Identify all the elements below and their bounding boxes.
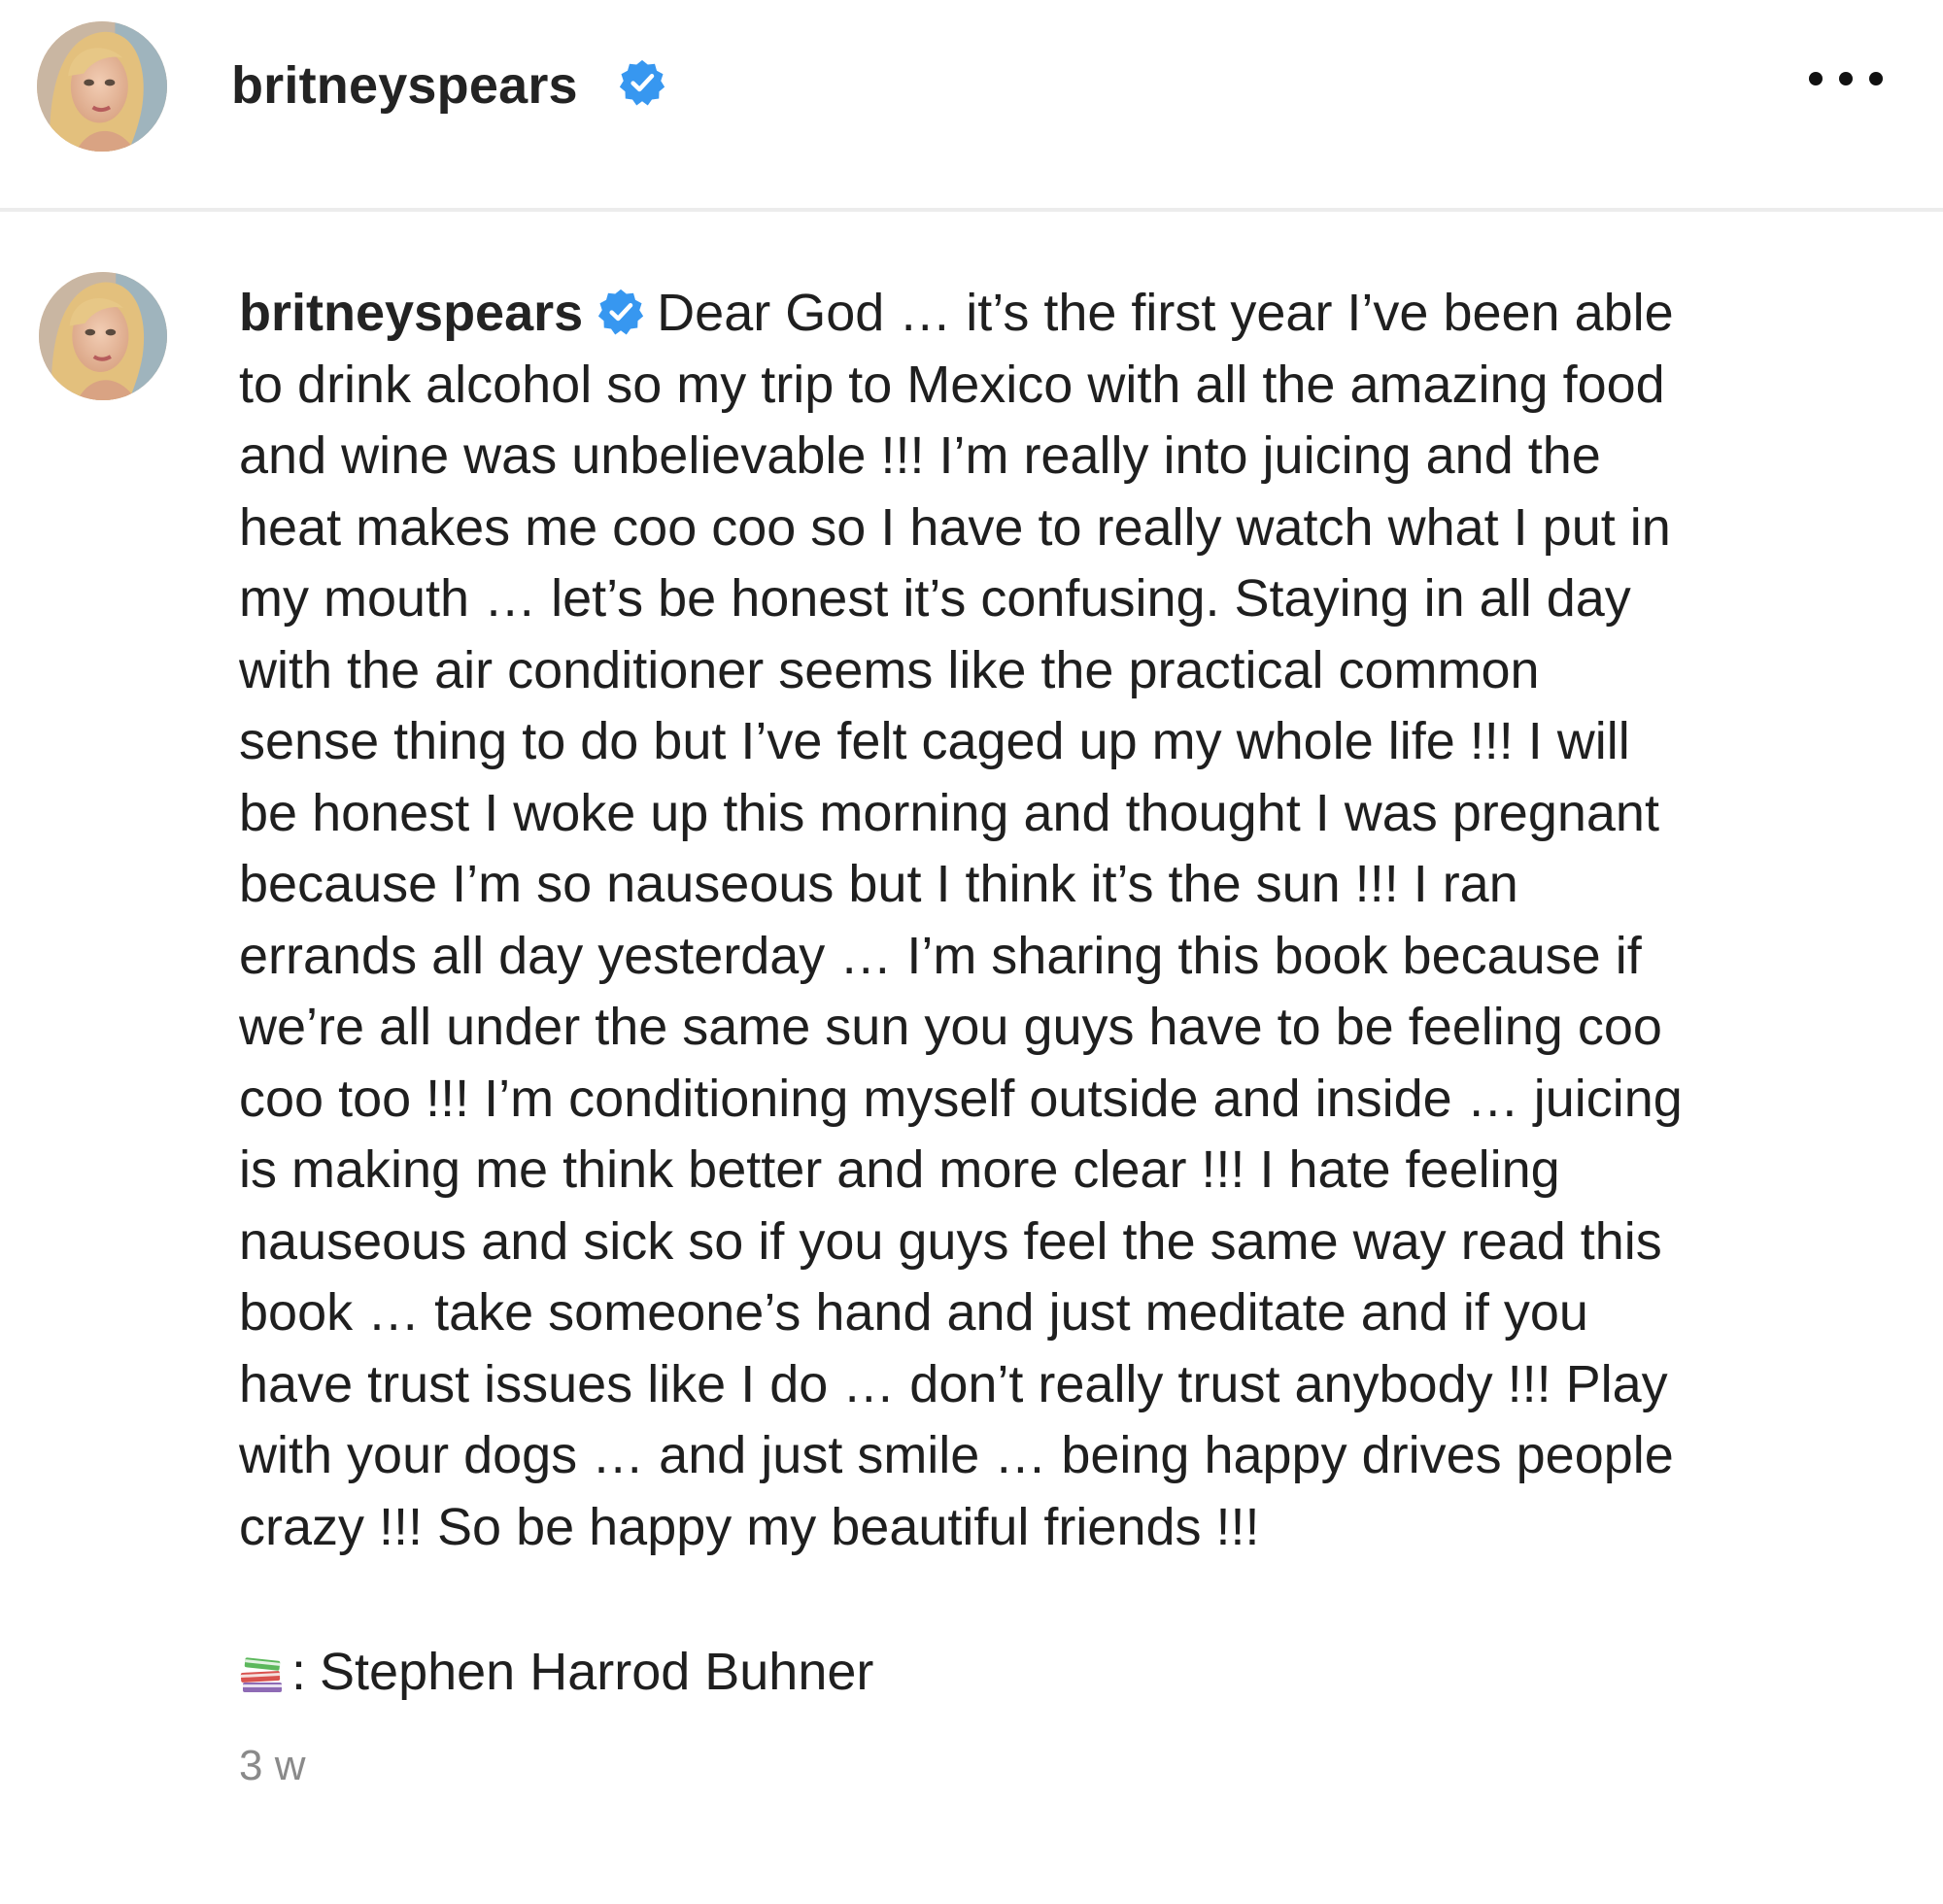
verified-badge-icon xyxy=(597,288,645,336)
post-header: britneyspears xyxy=(0,0,1943,212)
caption-username[interactable]: britneyspears xyxy=(239,284,583,342)
header-username[interactable]: britneyspears xyxy=(231,54,578,117)
avatar-photo-icon xyxy=(39,272,167,400)
verified-badge-icon xyxy=(618,58,666,107)
post-timestamp[interactable]: 3 w xyxy=(239,1739,305,1793)
profile-avatar[interactable] xyxy=(37,21,167,152)
credit-author: Stephen Harrod Buhner xyxy=(320,1643,874,1701)
credit-separator: : xyxy=(291,1643,307,1701)
books-emoji-icon xyxy=(239,1648,286,1696)
more-dot xyxy=(1869,72,1883,85)
post-caption: britneyspears Dear God … it’s the first y… xyxy=(239,278,1842,1563)
caption-avatar[interactable] xyxy=(39,272,167,400)
avatar-photo-icon xyxy=(37,21,167,152)
more-dot xyxy=(1839,72,1853,85)
book-credit: : Stephen Harrod Buhner xyxy=(239,1638,873,1706)
more-dot xyxy=(1809,72,1823,85)
more-options-icon[interactable] xyxy=(1809,64,1883,93)
caption-text: Dear God … it’s the first year I’ve been… xyxy=(239,284,1683,1556)
